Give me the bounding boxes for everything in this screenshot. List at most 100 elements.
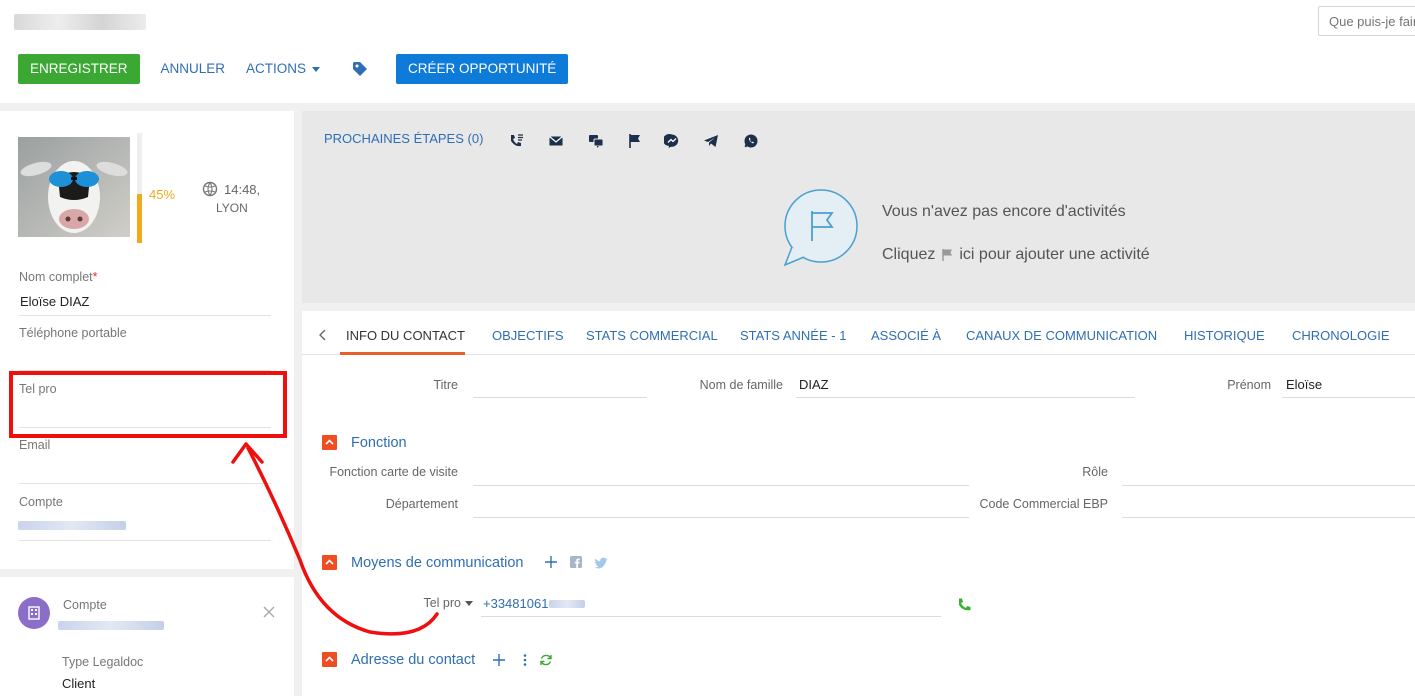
caret-down-icon <box>312 66 321 72</box>
telpro-comm-label-text: Tel pro <box>423 596 461 610</box>
linked-account-value[interactable] <box>58 621 164 630</box>
adresse-collapse-toggle[interactable] <box>322 652 337 667</box>
add-activity-hint-before: Cliquez <box>882 246 936 263</box>
role-label: Rôle <box>1082 465 1108 479</box>
app-logo <box>14 14 146 30</box>
tab-objectifs[interactable]: OBJECTIFS <box>492 328 564 343</box>
telpro-comm-field <box>481 616 941 617</box>
chat-icon[interactable] <box>588 133 604 149</box>
more-vertical-icon[interactable] <box>518 653 532 667</box>
profile-panel: 45% 14:48, LYON Nom complet* Eloïse DIAZ… <box>0 111 294 569</box>
toolbar: ENREGISTRER ANNULER ACTIONS CRÉER OPPORT… <box>18 54 569 84</box>
plus-icon[interactable] <box>492 653 506 667</box>
mobile-label: Téléphone portable <box>19 326 127 340</box>
communication-section-title[interactable]: Moyens de communication <box>351 555 523 571</box>
divider <box>19 315 271 316</box>
plus-icon[interactable] <box>544 555 558 569</box>
profile-completeness-text: 45% <box>149 187 176 202</box>
email-icon[interactable] <box>548 133 564 149</box>
create-opportunity-button[interactable]: CRÉER OPPORTUNITÉ <box>396 54 569 84</box>
nom-field <box>796 397 1135 398</box>
phone-icon[interactable] <box>956 597 972 613</box>
chevron-left-icon[interactable] <box>318 329 328 341</box>
refresh-icon[interactable] <box>539 653 553 667</box>
chevron-up-icon <box>325 559 334 565</box>
prenom-field <box>1282 397 1415 398</box>
telpro-comm-label[interactable]: Tel pro <box>423 596 473 610</box>
type-legaldoc-label: Type Legaldoc <box>62 655 144 669</box>
prenom-value[interactable]: Eloïse <box>1286 377 1322 392</box>
code-ebp-label: Code Commercial EBP <box>979 497 1108 511</box>
departement-field[interactable] <box>473 517 969 518</box>
top-bar: ENREGISTRER ANNULER ACTIONS CRÉER OPPORT… <box>0 0 1415 103</box>
linked-account-card: Compte Type Legaldoc Client <box>0 577 294 696</box>
profile-completeness-bar <box>137 133 142 243</box>
facebook-icon[interactable] <box>570 556 582 568</box>
required-marker: * <box>92 270 98 284</box>
titre-label: Titre <box>433 378 458 392</box>
full-name-label: Nom complet* <box>19 270 98 284</box>
profile-completeness-fill <box>137 193 142 243</box>
add-activity-hint-after: ici pour ajouter une activité <box>959 246 1150 263</box>
nom-value[interactable]: DIAZ <box>799 377 829 392</box>
communication-collapse-toggle[interactable] <box>322 555 337 570</box>
messenger-icon[interactable] <box>664 133 680 149</box>
carte-label: Fonction carte de visite <box>329 465 458 479</box>
email-label: Email <box>19 438 51 452</box>
tab-associe[interactable]: ASSOCIÉ À <box>871 328 941 343</box>
cancel-button[interactable]: ANNULER <box>161 54 226 84</box>
account-avatar <box>18 597 50 629</box>
full-name-label-text: Nom complet <box>19 270 93 284</box>
actions-dropdown[interactable]: ACTIONS <box>246 54 321 84</box>
chevron-up-icon <box>325 656 334 662</box>
avatar[interactable] <box>18 137 130 237</box>
tab-info-contact[interactable]: INFO DU CONTACT <box>346 328 465 343</box>
titre-field[interactable] <box>473 397 647 398</box>
adresse-section-title[interactable]: Adresse du contact <box>351 652 475 668</box>
details-panel: INFO DU CONTACT OBJECTIFS STATS COMMERCI… <box>302 311 1415 696</box>
local-city: LYON <box>216 201 248 215</box>
building-icon <box>28 606 40 620</box>
chevron-up-icon <box>325 439 334 445</box>
caret-down-icon <box>465 601 473 607</box>
search-input[interactable] <box>1318 6 1415 36</box>
local-time: 14:48, <box>224 182 261 197</box>
fonction-section-title[interactable]: Fonction <box>351 435 407 451</box>
activity-panel: PROCHAINES ÉTAPES (0) Vous n'avez pas en… <box>302 111 1415 303</box>
save-button[interactable]: ENREGISTRER <box>18 54 140 84</box>
flag-icon[interactable] <box>941 248 953 262</box>
type-legaldoc-value: Client <box>62 676 96 691</box>
telpro-comm-value[interactable]: +33481061 <box>483 596 548 611</box>
email-field[interactable] <box>19 483 271 484</box>
tab-stats-annee[interactable]: STATS ANNÉE - 1 <box>740 328 846 343</box>
divider <box>19 540 271 541</box>
tab-next-steps[interactable]: PROCHAINES ÉTAPES (0) <box>324 131 483 146</box>
tab-stats-commercial[interactable]: STATS COMMERCIAL <box>586 328 718 343</box>
code-ebp-field[interactable] <box>1122 517 1415 518</box>
whatsapp-icon[interactable] <box>743 133 759 149</box>
tab-historique[interactable]: HISTORIQUE <box>1184 328 1265 343</box>
departement-label: Département <box>385 497 458 511</box>
close-icon[interactable] <box>262 605 276 619</box>
carte-field[interactable] <box>473 485 969 486</box>
telegram-icon[interactable] <box>703 133 719 149</box>
nom-label: Nom de famille <box>699 378 783 392</box>
tab-canaux[interactable]: CANAUX DE COMMUNICATION <box>966 328 1157 343</box>
fonction-collapse-toggle[interactable] <box>322 435 337 450</box>
detail-tabs: INFO DU CONTACT OBJECTIFS STATS COMMERCI… <box>302 311 1415 355</box>
add-activity-hint: Cliquez ici pour ajouter une activité <box>882 246 1150 264</box>
account-value[interactable] <box>18 521 126 530</box>
telpro-highlight-box <box>9 371 287 438</box>
empty-activity-illustration <box>783 189 858 267</box>
linked-account-label: Compte <box>63 598 107 612</box>
active-tab-indicator <box>340 352 465 355</box>
tab-chronologie[interactable]: CHRONOLOGIE <box>1292 328 1390 343</box>
tag-icon[interactable] <box>352 61 368 77</box>
twitter-icon[interactable] <box>594 556 608 570</box>
actions-label: ACTIONS <box>246 61 307 76</box>
call-icon[interactable] <box>508 133 524 149</box>
flag-icon[interactable] <box>627 133 643 149</box>
globe-icon <box>202 181 218 197</box>
full-name-field[interactable]: Eloïse DIAZ <box>20 294 89 309</box>
role-field[interactable] <box>1122 485 1415 486</box>
